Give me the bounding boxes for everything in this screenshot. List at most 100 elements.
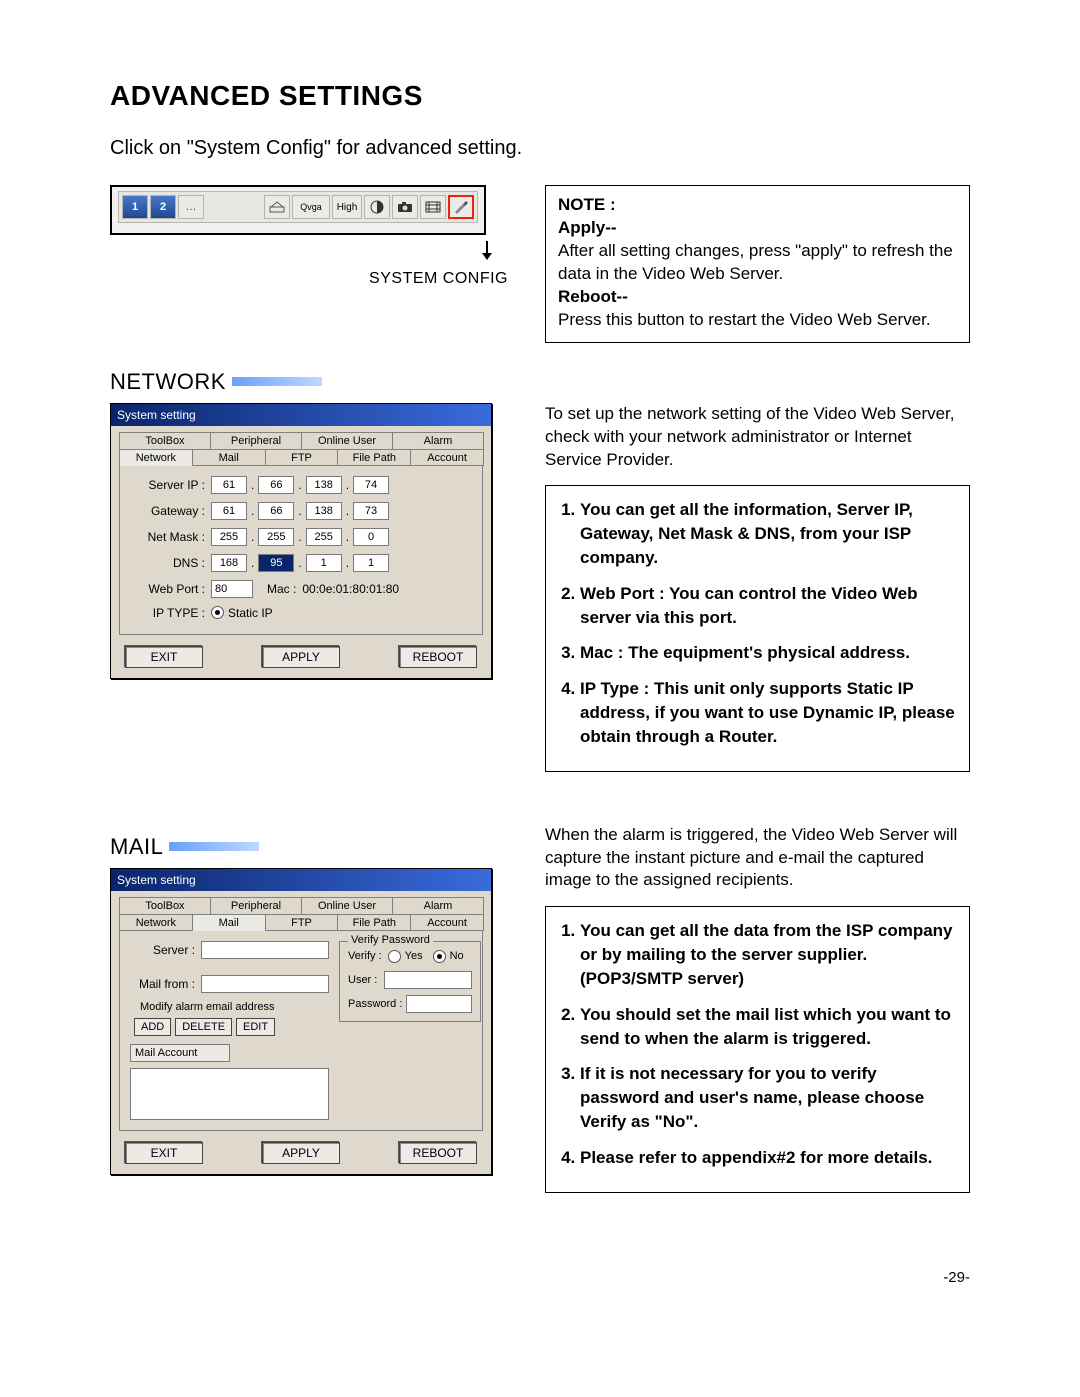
mail-dialog: System setting ToolBox Peripheral Online…	[110, 868, 492, 1175]
tab-peripheral[interactable]: Peripheral	[210, 432, 302, 449]
dns-oct-2[interactable]	[258, 554, 294, 572]
netmask-oct-2[interactable]	[258, 528, 294, 546]
tab-network[interactable]: Network	[119, 449, 193, 466]
mail-info-3: If it is not necessary for you to verify…	[580, 1062, 957, 1133]
tab-mail[interactable]: Mail	[192, 449, 266, 466]
network-info-1: You can get all the information, Server …	[580, 498, 957, 569]
dns-oct-3[interactable]	[306, 554, 342, 572]
label-password: Password :	[348, 998, 406, 1010]
verify-no-label: No	[450, 950, 464, 962]
label-web-port: Web Port :	[130, 582, 211, 596]
tab-ftp[interactable]: FTP	[265, 449, 339, 466]
label-user: User :	[348, 974, 384, 986]
contrast-icon[interactable]	[364, 195, 390, 219]
netmask-oct-3[interactable]	[306, 528, 342, 546]
system-config-icon[interactable]	[448, 195, 474, 219]
dns-oct-1[interactable]	[211, 554, 247, 572]
reboot-button[interactable]: REBOOT	[399, 1142, 477, 1164]
high-button[interactable]: High	[332, 195, 362, 219]
exit-button[interactable]: EXIT	[125, 646, 203, 668]
ip-type-radio[interactable]	[211, 606, 224, 619]
qvga-button[interactable]: Qvga	[292, 195, 330, 219]
exit-button[interactable]: EXIT	[125, 1142, 203, 1164]
tab-ftp[interactable]: FTP	[265, 914, 339, 931]
verify-no-radio[interactable]	[433, 950, 446, 963]
mail-paragraph: When the alarm is triggered, the Video W…	[545, 824, 970, 893]
page-title: ADVANCED SETTINGS	[110, 80, 970, 112]
tab-toolbox[interactable]: ToolBox	[119, 897, 211, 914]
mail-from-input[interactable]	[201, 975, 329, 993]
channel-2-button[interactable]: 2	[150, 195, 176, 219]
network-info-4: IP Type : This unit only supports Static…	[580, 677, 957, 748]
tab-online-user[interactable]: Online User	[301, 432, 393, 449]
server-ip-oct-3[interactable]	[306, 476, 342, 494]
netmask-oct-1[interactable]	[211, 528, 247, 546]
tab-network[interactable]: Network	[119, 914, 193, 931]
tab-alarm[interactable]: Alarm	[392, 432, 484, 449]
mail-account-listbox[interactable]	[130, 1068, 329, 1120]
intro-text: Click on "System Config" for advanced se…	[110, 137, 970, 160]
label-netmask: Net Mask :	[130, 530, 211, 544]
server-ip-oct-1[interactable]	[211, 476, 247, 494]
user-input[interactable]	[384, 971, 472, 989]
mac-value: 00:0e:01:80:01:80	[302, 582, 399, 596]
label-verify: Verify :	[348, 950, 382, 962]
camera-icon[interactable]	[392, 195, 418, 219]
channel-1-button[interactable]: 1	[122, 195, 148, 219]
tab-mail[interactable]: Mail	[192, 914, 266, 931]
snapshot-icon[interactable]	[264, 195, 290, 219]
web-port-input[interactable]	[211, 580, 253, 598]
edit-button[interactable]: EDIT	[236, 1018, 275, 1036]
apply-button[interactable]: APPLY	[262, 1142, 340, 1164]
tab-alarm[interactable]: Alarm	[392, 897, 484, 914]
apply-text: After all setting changes, press "apply"…	[558, 240, 957, 286]
mail-info-2: You should set the mail list which you w…	[580, 1003, 957, 1051]
label-server-ip: Server IP :	[130, 478, 211, 492]
gateway-oct-1[interactable]	[211, 502, 247, 520]
label-ip-type: IP TYPE :	[130, 606, 211, 620]
dns-oct-4[interactable]	[353, 554, 389, 572]
film-icon[interactable]	[420, 195, 446, 219]
mail-section-heading: MAIL	[110, 834, 163, 860]
server-ip-oct-4[interactable]	[353, 476, 389, 494]
decorative-bar	[232, 377, 322, 386]
gateway-oct-3[interactable]	[306, 502, 342, 520]
modify-alarm-label: Modify alarm email address	[130, 1001, 329, 1013]
label-mac: Mac :	[267, 582, 296, 596]
mail-account-label: Mail Account	[130, 1044, 230, 1062]
note-heading: NOTE :	[558, 195, 616, 214]
network-info-box: You can get all the information, Server …	[545, 485, 970, 771]
mail-info-box: You can get all the data from the ISP co…	[545, 906, 970, 1192]
tab-account[interactable]: Account	[410, 914, 484, 931]
network-dialog: System setting ToolBox Peripheral Online…	[110, 403, 492, 679]
tab-file-path[interactable]: File Path	[337, 449, 411, 466]
label-server: Server :	[130, 943, 201, 957]
dots-spacer: …	[178, 195, 204, 219]
network-paragraph: To set up the network setting of the Vid…	[545, 403, 970, 472]
server-input[interactable]	[201, 941, 329, 959]
tab-file-path[interactable]: File Path	[337, 914, 411, 931]
reboot-label: Reboot--	[558, 287, 628, 306]
server-ip-oct-2[interactable]	[258, 476, 294, 494]
label-mail-from: Mail from :	[130, 977, 201, 991]
tab-account[interactable]: Account	[410, 449, 484, 466]
password-input[interactable]	[406, 995, 472, 1013]
toolbar-screenshot: 1 2 … Qvga High	[110, 185, 486, 235]
decorative-bar	[169, 842, 259, 851]
reboot-button[interactable]: REBOOT	[399, 646, 477, 668]
reboot-text: Press this button to restart the Video W…	[558, 309, 957, 332]
verify-yes-radio[interactable]	[388, 950, 401, 963]
add-button[interactable]: ADD	[134, 1018, 171, 1036]
delete-button[interactable]: DELETE	[175, 1018, 232, 1036]
gateway-oct-2[interactable]	[258, 502, 294, 520]
arrow-down-icon	[110, 241, 510, 266]
tab-online-user[interactable]: Online User	[301, 897, 393, 914]
note-box: NOTE : Apply-- After all setting changes…	[545, 185, 970, 343]
tab-peripheral[interactable]: Peripheral	[210, 897, 302, 914]
mail-info-1: You can get all the data from the ISP co…	[580, 919, 957, 990]
netmask-oct-4[interactable]	[353, 528, 389, 546]
tab-toolbox[interactable]: ToolBox	[119, 432, 211, 449]
mail-info-4: Please refer to appendix#2 for more deta…	[580, 1146, 957, 1170]
apply-button[interactable]: APPLY	[262, 646, 340, 668]
gateway-oct-4[interactable]	[353, 502, 389, 520]
